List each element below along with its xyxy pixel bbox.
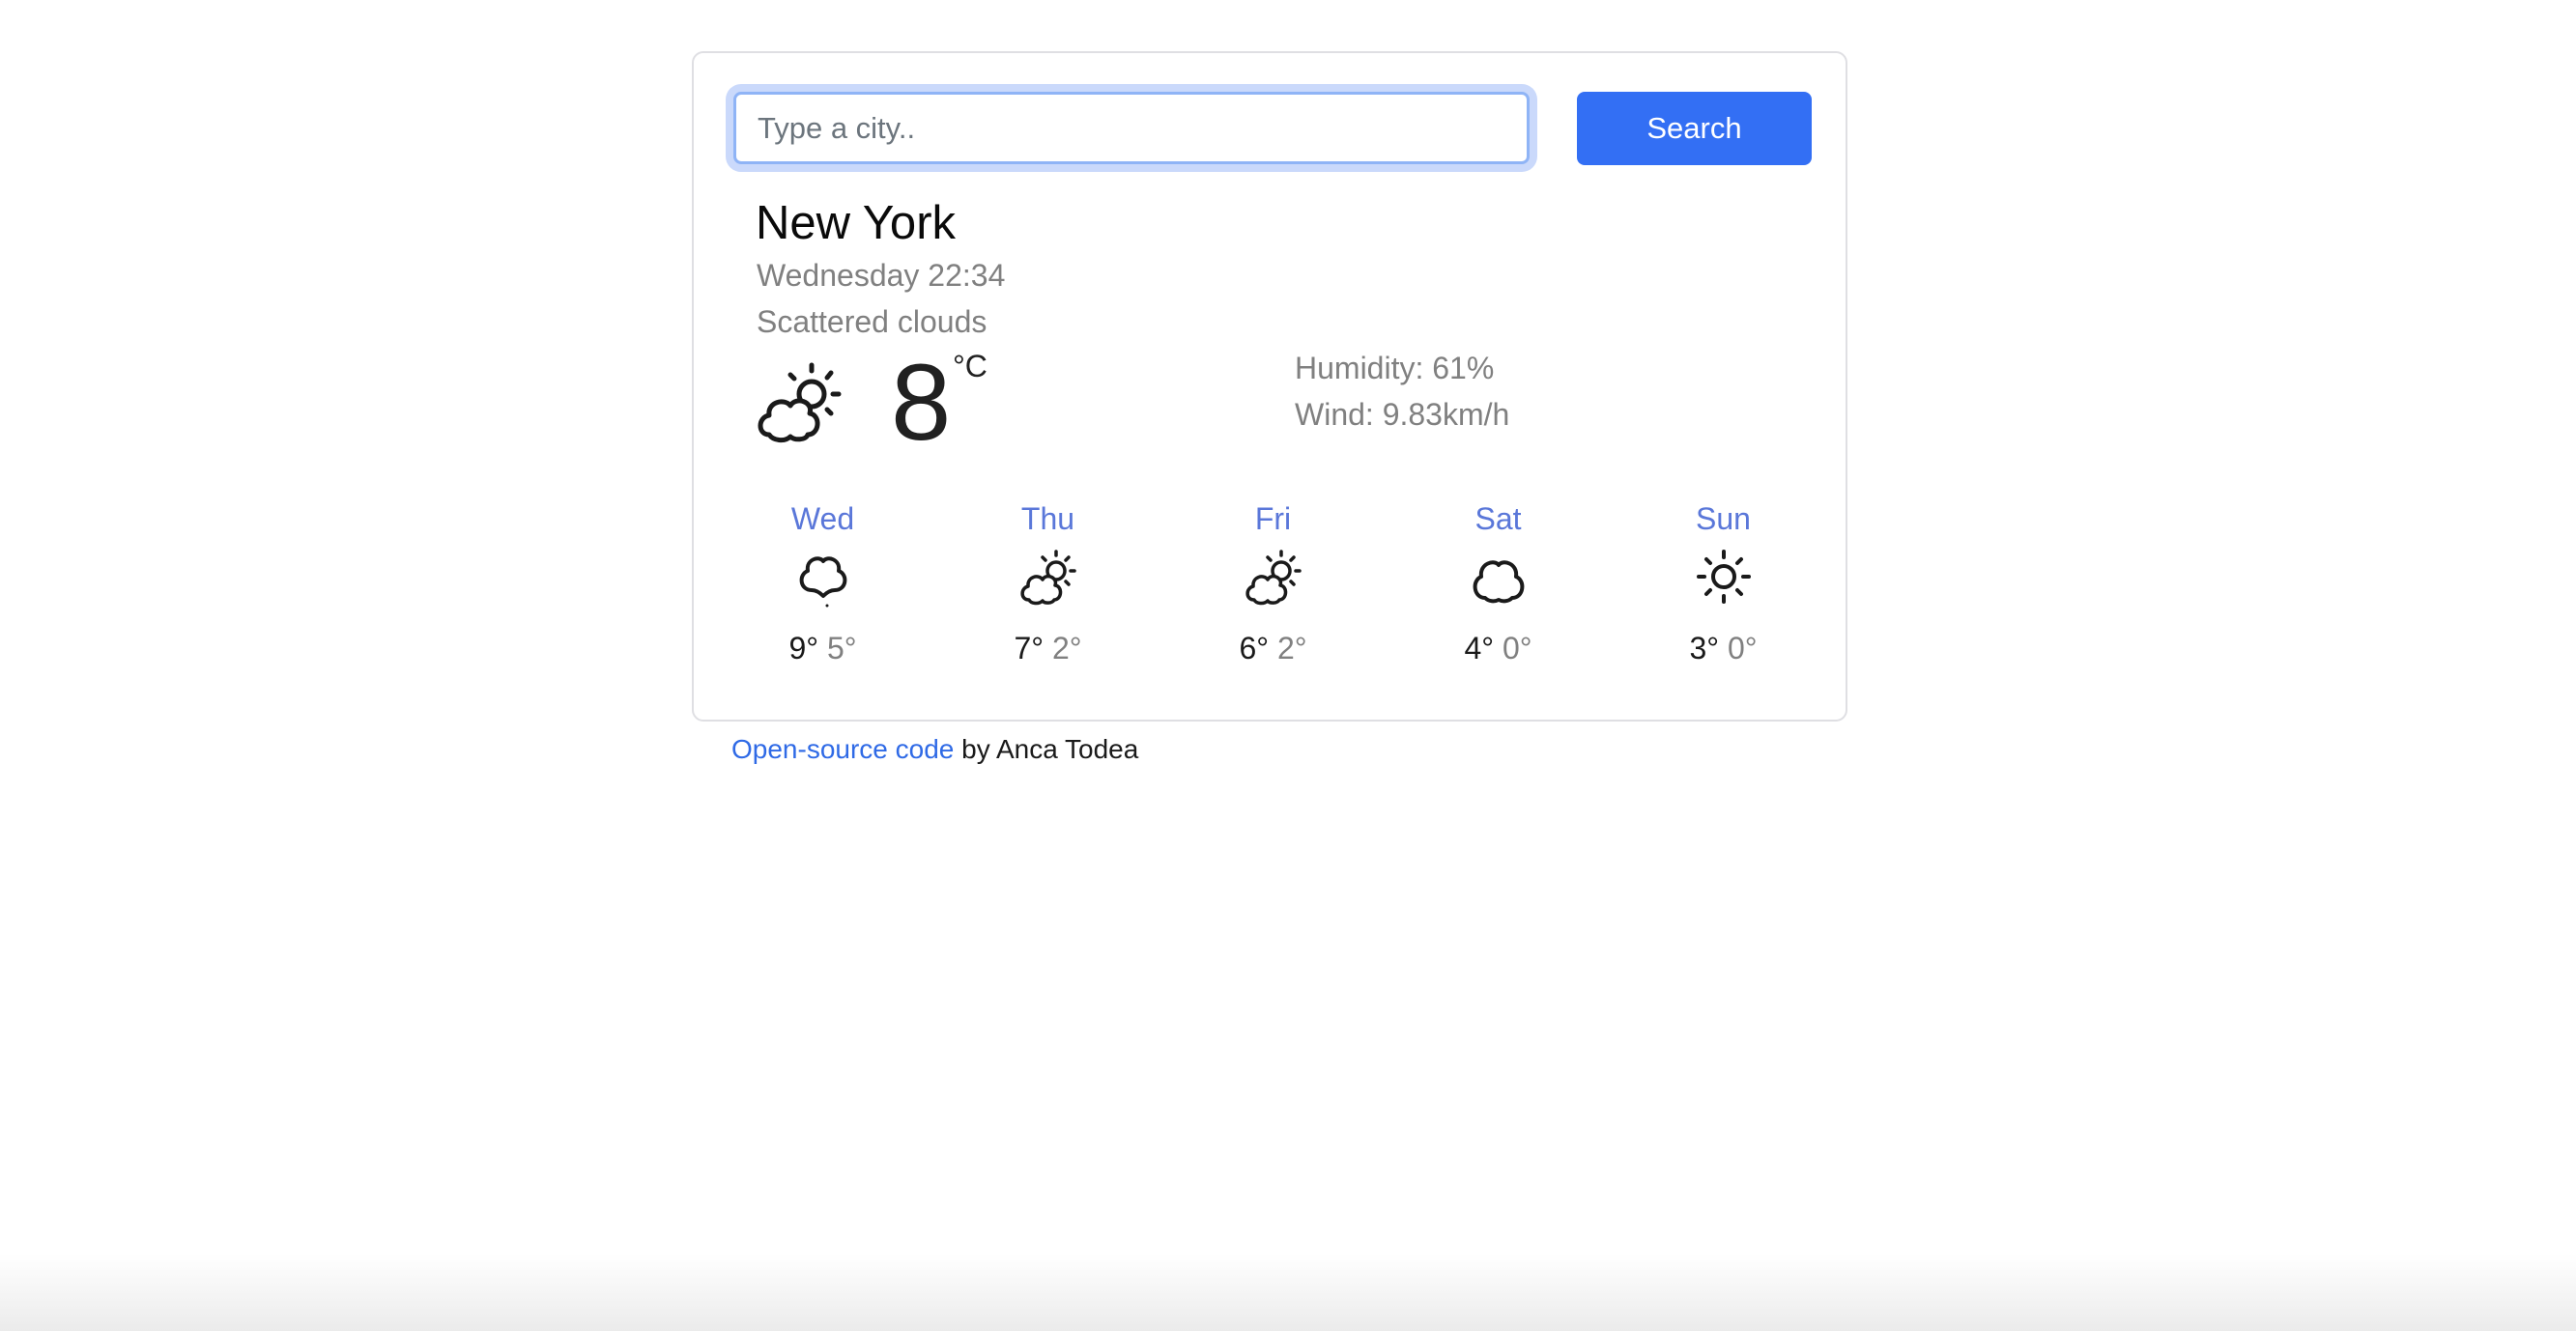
- forecast-temps: 9° 5°: [710, 629, 935, 667]
- humidity: Humidity: 61%: [1295, 351, 1495, 385]
- footer-author: by Anca Todea: [954, 734, 1139, 764]
- search-button[interactable]: Search: [1577, 92, 1812, 165]
- forecast-max: 7°: [1014, 631, 1045, 666]
- forecast-max: 9°: [788, 631, 819, 666]
- current-temperature: 8: [891, 342, 952, 463]
- forecast-max: 6°: [1239, 631, 1270, 666]
- forecast-day-name: Sat: [1474, 501, 1522, 536]
- open-source-link[interactable]: Open-source code: [731, 734, 954, 764]
- forecast-min: 0°: [1502, 631, 1532, 666]
- bottom-fade: [0, 1254, 2576, 1331]
- forecast-temps: 7° 2°: [935, 629, 1160, 667]
- current-datetime: Wednesday 22:34: [757, 258, 1006, 293]
- forecast-day-name: Fri: [1254, 501, 1292, 536]
- forecast-max: 4°: [1464, 631, 1495, 666]
- rain-cloud-icon: [799, 556, 846, 608]
- forecast-day-name: Wed: [790, 501, 855, 536]
- forecast-day: Sun 3° 0°: [1611, 499, 1836, 667]
- forecast-min: 0°: [1727, 631, 1758, 666]
- forecast-min: 5°: [826, 631, 857, 666]
- cloud-icon: [1473, 560, 1524, 604]
- partly-cloudy-icon: [758, 362, 842, 443]
- forecast-day-name: Sun: [1696, 501, 1751, 536]
- forecast-temps: 3° 0°: [1611, 629, 1836, 667]
- forecast-max: 3°: [1689, 631, 1720, 666]
- current-description: Scattered clouds: [757, 304, 987, 339]
- current-meta: Wednesday 22:34 Scattered clouds: [757, 252, 1005, 345]
- forecast-min: 2°: [1051, 631, 1082, 666]
- forecast-day: Sat 4° 0°: [1386, 499, 1611, 667]
- city-name: New York: [756, 197, 957, 249]
- forecast-day: Wed 9° 5°: [710, 499, 935, 667]
- weather-card: Search New York Wednesday 22:34 Scattere…: [692, 51, 1847, 722]
- forecast-min: 2°: [1276, 631, 1307, 666]
- sun-icon: [1696, 550, 1751, 604]
- forecast-temps: 4° 0°: [1386, 629, 1611, 667]
- page: Search New York Wednesday 22:34 Scattere…: [0, 0, 2576, 1331]
- forecast-day-name: Thu: [1020, 501, 1075, 536]
- temperature-unit[interactable]: °C: [953, 349, 987, 384]
- partly-cloudy-icon: [1019, 550, 1076, 606]
- forecast-temps: 6° 2°: [1160, 629, 1386, 667]
- current-details: Humidity: 61% Wind: 9.83km/h: [1295, 345, 1509, 438]
- footer: Open-source code by Anca Todea: [731, 732, 1138, 767]
- forecast-day: Thu 7° 2°: [935, 499, 1160, 667]
- forecast-day: Fri 6° 2°: [1160, 499, 1386, 667]
- partly-cloudy-icon: [1245, 550, 1302, 606]
- wind: Wind: 9.83km/h: [1295, 397, 1510, 432]
- city-search-input[interactable]: [733, 92, 1530, 164]
- forecast-row: Wed 9° 5° Thu 7° 2° Fri 6° 2° Sat 4° 0° …: [710, 499, 1836, 667]
